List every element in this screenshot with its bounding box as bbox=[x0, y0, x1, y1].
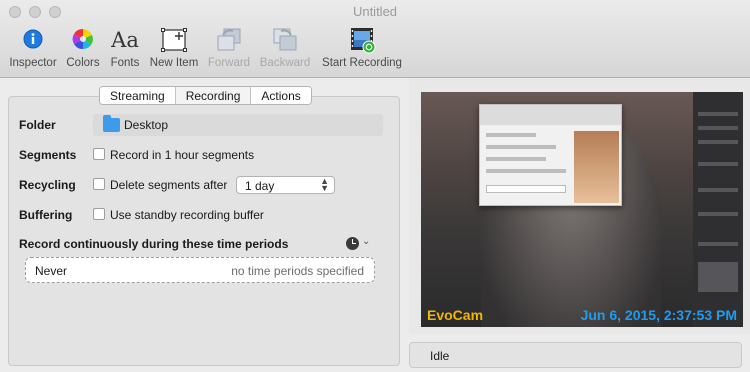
time-periods-heading: Record continuously during these time pe… bbox=[19, 237, 289, 251]
tab-streaming[interactable]: Streaming bbox=[100, 87, 175, 104]
recycle-period-value: 1 day bbox=[245, 179, 275, 193]
segments-label: Segments bbox=[19, 148, 77, 162]
record-film-icon bbox=[348, 26, 376, 54]
buffering-option-label[interactable]: Use standby recording buffer bbox=[110, 208, 264, 222]
preview-side-panel bbox=[693, 92, 743, 327]
preview-mini-window bbox=[479, 104, 622, 206]
tab-recording[interactable]: Recording bbox=[174, 87, 251, 104]
folder-icon bbox=[103, 115, 120, 132]
recycling-checkbox[interactable] bbox=[93, 178, 105, 190]
recycling-option-label[interactable]: Delete segments after bbox=[110, 178, 227, 192]
inspector-button[interactable]: Inspector bbox=[7, 26, 59, 72]
send-backward-icon bbox=[271, 26, 299, 54]
fonts-button[interactable]: Aa Fonts bbox=[107, 26, 143, 72]
info-icon bbox=[19, 26, 47, 54]
timestamp-overlay: Jun 6, 2015, 2:37:53 PM bbox=[580, 307, 737, 323]
buffering-checkbox[interactable] bbox=[93, 208, 105, 220]
app-window: Untitled Inspector Colors Aa Fonts New I… bbox=[0, 0, 750, 372]
folder-value: Desktop bbox=[124, 118, 169, 132]
recycling-label: Recycling bbox=[19, 178, 76, 192]
up-down-arrows-icon: ▲ ▼ bbox=[320, 176, 329, 193]
new-item-button[interactable]: New Item bbox=[146, 26, 202, 72]
status-text: Idle bbox=[430, 349, 450, 363]
time-periods-list[interactable]: Never no time periods specified bbox=[25, 257, 375, 283]
brand-overlay: EvoCam bbox=[427, 307, 484, 323]
clock-icon[interactable] bbox=[346, 237, 359, 250]
start-recording-button[interactable]: Start Recording bbox=[318, 26, 406, 72]
new-item-icon bbox=[160, 26, 188, 54]
window-title: Untitled bbox=[352, 4, 398, 19]
settings-tab-bar: Streaming Recording Actions bbox=[99, 86, 312, 105]
recycle-period-select[interactable]: 1 day ▲ ▼ bbox=[236, 176, 335, 194]
recording-settings-panel bbox=[8, 96, 400, 366]
periods-summary: no time periods specified bbox=[231, 264, 364, 278]
status-bar: Idle bbox=[409, 342, 742, 368]
bring-forward-icon bbox=[215, 26, 243, 54]
colors-button[interactable]: Colors bbox=[63, 26, 103, 72]
segments-option-label[interactable]: Record in 1 hour segments bbox=[110, 148, 254, 162]
camera-preview[interactable]: EvoCam Jun 6, 2015, 2:37:53 PM bbox=[421, 86, 743, 327]
buffering-label: Buffering bbox=[19, 208, 73, 222]
folder-picker[interactable]: Desktop bbox=[93, 114, 383, 136]
color-wheel-icon bbox=[69, 26, 97, 54]
send-backward-button[interactable]: Backward bbox=[257, 26, 313, 72]
folder-label: Folder bbox=[19, 118, 56, 132]
segments-checkbox[interactable] bbox=[93, 148, 105, 160]
bring-forward-button[interactable]: Forward bbox=[205, 26, 253, 72]
chevron-down-icon[interactable]: ⌄ bbox=[362, 236, 370, 247]
title-bar: Untitled Inspector Colors Aa Fonts New I… bbox=[0, 0, 750, 78]
fonts-icon: Aa bbox=[111, 28, 139, 52]
tab-actions[interactable]: Actions bbox=[250, 87, 311, 104]
periods-mode: Never bbox=[35, 264, 68, 278]
